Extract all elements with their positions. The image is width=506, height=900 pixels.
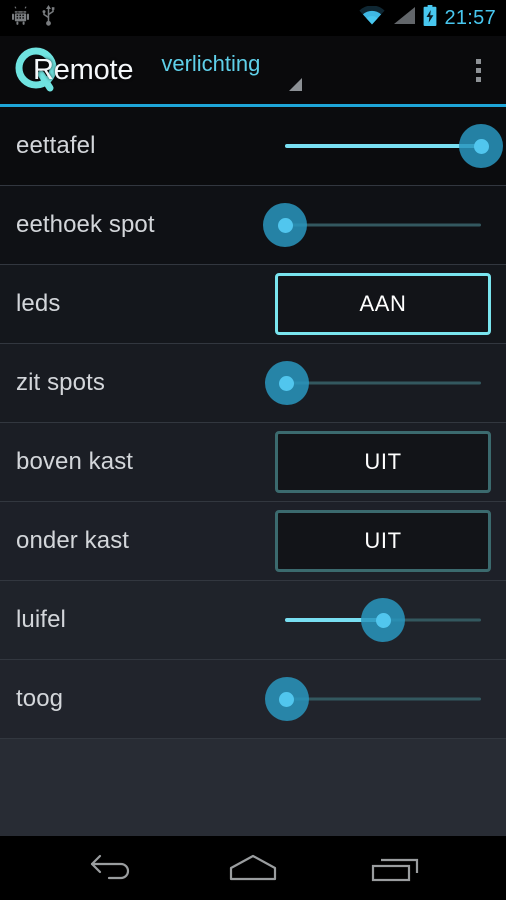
overflow-dot xyxy=(475,58,481,64)
back-arrow-icon xyxy=(88,853,134,883)
list-item-label: leds xyxy=(16,290,61,317)
power-toggle-button[interactable]: UIT xyxy=(275,510,491,572)
list-item-control xyxy=(275,581,491,659)
list-item: eethoek spot xyxy=(0,186,506,265)
device-list: eettafel eethoek spot leds AAN zit spots bove… xyxy=(0,107,506,836)
slider-fill xyxy=(285,144,481,148)
action-bar: Remote verlichting xyxy=(0,36,506,104)
slider-thumb[interactable] xyxy=(459,124,503,168)
list-item-label: luifel xyxy=(16,606,66,633)
room-spinner-label: verlichting xyxy=(161,51,261,76)
status-bar: 21:57 xyxy=(0,0,506,36)
slider-track[interactable] xyxy=(285,223,481,227)
list-item-control xyxy=(264,344,491,422)
slider-track[interactable] xyxy=(285,381,481,385)
list-item: eettafel xyxy=(0,107,506,186)
list-item-control xyxy=(264,660,491,738)
dropdown-triangle-icon xyxy=(289,78,303,91)
list-item-label: zit spots xyxy=(16,369,105,396)
list-item-label: boven kast xyxy=(16,448,134,475)
device-screen: 21:57 Remote verlichting eettafel eethoek… xyxy=(0,0,506,900)
list-item: onder kast UIT xyxy=(0,502,506,581)
usb-icon xyxy=(41,5,56,31)
status-bar-clock: 21:57 xyxy=(444,6,496,29)
list-empty-area xyxy=(0,739,506,836)
overflow-menu-icon[interactable] xyxy=(450,36,506,104)
list-item-label: onder kast xyxy=(16,527,130,554)
system-navigation-bar xyxy=(0,836,506,900)
list-item: toog xyxy=(0,660,506,739)
list-item-control xyxy=(275,107,503,185)
list-item-label: eettafel xyxy=(16,132,96,159)
slider-thumb[interactable] xyxy=(264,361,309,405)
brightness-slider[interactable] xyxy=(263,203,481,247)
battery-charging-icon xyxy=(423,5,437,31)
home-button[interactable] xyxy=(210,836,296,900)
list-item: leds AAN xyxy=(0,265,506,344)
list-item-label: eethoek spot xyxy=(16,211,155,238)
wifi-icon xyxy=(359,5,386,30)
android-robot-icon xyxy=(12,6,29,30)
home-icon xyxy=(227,853,279,883)
slider-thumb[interactable] xyxy=(361,598,405,642)
brightness-slider[interactable] xyxy=(285,598,481,642)
list-item: zit spots xyxy=(0,344,506,423)
app-title: Remote xyxy=(33,53,134,86)
power-toggle-button[interactable]: AAN xyxy=(275,273,491,335)
list-item-control: UIT xyxy=(275,502,491,580)
list-item: luifel xyxy=(0,581,506,660)
brightness-slider[interactable] xyxy=(264,677,481,721)
cell-signal-icon xyxy=(392,6,416,30)
power-toggle-label: UIT xyxy=(364,449,402,474)
list-item-control: UIT xyxy=(275,423,491,501)
overflow-dot xyxy=(475,67,481,73)
app-branding: Remote xyxy=(14,36,134,104)
power-toggle-button[interactable]: UIT xyxy=(275,431,491,493)
brightness-slider[interactable] xyxy=(285,124,503,168)
status-bar-right-icons: 21:57 xyxy=(359,5,496,31)
list-item-label: toog xyxy=(16,685,64,712)
overflow-dot xyxy=(475,76,481,82)
slider-track[interactable] xyxy=(285,697,481,701)
back-button[interactable] xyxy=(68,836,154,900)
list-item-control xyxy=(263,186,491,264)
status-bar-left-icons xyxy=(12,5,56,31)
list-item-control: AAN xyxy=(275,265,491,343)
power-toggle-label: AAN xyxy=(359,291,407,316)
brightness-slider[interactable] xyxy=(264,361,481,405)
slider-thumb[interactable] xyxy=(263,203,307,247)
slider-thumb[interactable] xyxy=(264,677,309,721)
recents-icon xyxy=(370,853,420,883)
room-spinner[interactable]: verlichting xyxy=(161,36,450,104)
power-toggle-label: UIT xyxy=(364,528,402,553)
list-item: boven kast UIT xyxy=(0,423,506,502)
recents-button[interactable] xyxy=(352,836,438,900)
